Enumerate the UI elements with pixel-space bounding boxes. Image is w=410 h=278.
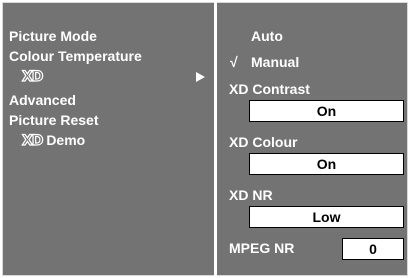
menu-item-advanced[interactable]: Advanced bbox=[9, 92, 76, 108]
menu-item-label: Colour Temperature bbox=[9, 48, 142, 64]
menu-item-label: Advanced bbox=[9, 92, 76, 108]
panel-divider bbox=[214, 2, 217, 276]
option-manual[interactable]: Manual bbox=[251, 54, 299, 70]
menu-item-xd[interactable]: XD bbox=[21, 68, 44, 85]
submenu-arrow-icon bbox=[196, 72, 205, 82]
menu-item-label: Demo bbox=[46, 132, 86, 148]
mpeg-nr-value[interactable]: 0 bbox=[342, 238, 404, 260]
xd-nr-label: XD NR bbox=[229, 187, 273, 203]
menu-item-picture-mode[interactable]: Picture Mode bbox=[9, 28, 97, 44]
osd-screen: Picture Mode Colour Temperature XD Advan… bbox=[0, 0, 410, 278]
check-mark-icon: √ bbox=[230, 54, 238, 70]
option-auto[interactable]: Auto bbox=[251, 28, 283, 44]
xd-colour-label: XD Colour bbox=[229, 134, 298, 150]
mpeg-nr-label: MPEG NR bbox=[229, 240, 295, 256]
menu-item-colour-temperature[interactable]: Colour Temperature bbox=[9, 48, 142, 64]
option-label: Auto bbox=[251, 28, 283, 44]
xd-contrast-label: XD Contrast bbox=[229, 81, 310, 97]
xd-nr-value[interactable]: Low bbox=[249, 206, 404, 228]
menu-item-xd-demo[interactable]: XD Demo bbox=[21, 132, 86, 150]
xd-logo: XD bbox=[21, 68, 44, 85]
xd-colour-value[interactable]: On bbox=[249, 153, 404, 175]
menu-item-picture-reset[interactable]: Picture Reset bbox=[9, 112, 98, 128]
menu-item-label: Picture Reset bbox=[9, 112, 99, 128]
xd-logo: XD bbox=[21, 132, 44, 149]
xd-contrast-value[interactable]: On bbox=[249, 100, 404, 122]
menu-item-label: Picture Mode bbox=[9, 28, 97, 44]
option-label: Manual bbox=[251, 54, 300, 70]
